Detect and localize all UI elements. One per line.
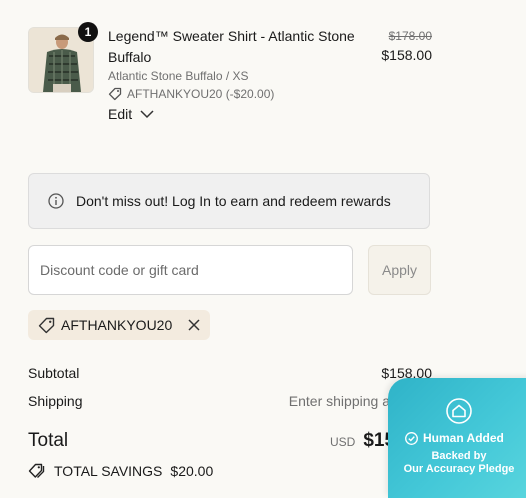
tags-icon <box>28 463 46 479</box>
savings-label: TOTAL SAVINGS <box>54 463 163 479</box>
close-icon[interactable] <box>188 319 200 331</box>
currency-code: USD <box>329 435 356 449</box>
product-price: $158.00 <box>381 47 432 63</box>
discount-code-input[interactable] <box>28 245 353 295</box>
total-label: Total <box>28 430 69 451</box>
human-added-badge[interactable]: Human Added Backed by Our Accuracy Pledg… <box>388 378 526 498</box>
product-name: Legend™ Sweater Shirt - Atlantic Stone B… <box>108 28 355 65</box>
product-discount: AFTHANKYOU20 (-$20.00) <box>108 87 274 101</box>
apply-button[interactable]: Apply <box>368 245 431 295</box>
product-discount-label: AFTHANKYOU20 (-$20.00) <box>127 87 275 101</box>
edit-label: Edit <box>108 106 133 122</box>
tag-icon <box>38 317 55 334</box>
total-savings: TOTAL SAVINGS $20.00 <box>28 463 213 479</box>
savings-value: $20.00 <box>170 463 214 479</box>
badge-subtitle-line1: Backed by <box>431 450 487 462</box>
subtotal-label: Subtotal <box>28 365 80 381</box>
home-icon <box>446 398 472 429</box>
check-circle-icon <box>405 431 418 445</box>
shipping-label: Shipping <box>28 393 83 409</box>
badge-title: Human Added <box>423 431 504 445</box>
quantity-badge: 1 <box>78 22 98 42</box>
rewards-banner-text[interactable]: Don't miss out! Log In to earn and redee… <box>76 193 391 209</box>
info-icon <box>48 193 64 209</box>
applied-discount-code: AFTHANKYOU20 <box>61 317 173 333</box>
badge-title-row: Human Added <box>405 431 504 445</box>
rewards-banner: Don't miss out! Log In to earn and redee… <box>28 173 430 229</box>
chevron-down-icon <box>140 109 154 119</box>
original-price: $178.00 <box>388 29 432 43</box>
tag-icon <box>108 87 122 101</box>
applied-discount-chip: AFTHANKYOU20 <box>28 310 211 340</box>
badge-subtitle: Backed by Our Accuracy Pledge <box>388 450 526 476</box>
product-variant: Atlantic Stone Buffalo / XS <box>108 69 249 83</box>
badge-subtitle-line2: Our Accuracy Pledge <box>403 463 515 475</box>
edit-button[interactable]: Edit <box>108 106 154 122</box>
